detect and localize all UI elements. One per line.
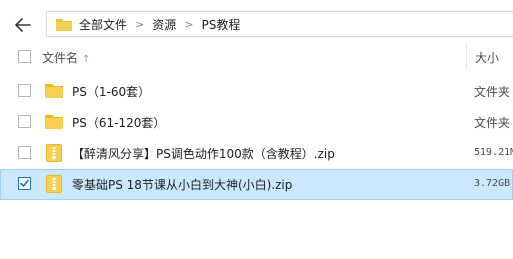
column-divider[interactable] [466, 44, 467, 70]
row-checkbox[interactable] [18, 84, 31, 97]
breadcrumb-separator: > [184, 17, 194, 31]
breadcrumb-item-all-files[interactable]: 全部文件 [79, 16, 127, 33]
file-name[interactable]: 【醉清风分享】PS调色动作100款（含教程）.zip [72, 145, 335, 162]
file-name[interactable]: PS（1-60套） [72, 83, 150, 100]
file-size: 文件夹 [474, 85, 511, 99]
file-size: 519.21M [474, 147, 513, 158]
file-row[interactable]: PS（1-60套） 文件夹 [0, 76, 513, 107]
row-checkbox[interactable] [18, 115, 31, 128]
file-size: 3.72GB [474, 178, 511, 189]
name-column-label: 文件名 [42, 51, 79, 65]
file-name[interactable]: 零基础PS 18节课从小白到大神(小白).zip [72, 176, 292, 193]
file-row-selected[interactable]: 零基础PS 18节课从小白到大神(小白).zip 3.72GB [0, 169, 513, 200]
folder-icon [45, 84, 63, 98]
checkmark-icon [20, 179, 29, 187]
file-row[interactable]: 【醉清风分享】PS调色动作100款（含教程）.zip 519.21M [0, 138, 513, 169]
size-column-header[interactable]: 大小 [475, 49, 499, 66]
arrow-left-icon [15, 18, 31, 32]
back-button[interactable] [12, 14, 34, 36]
breadcrumb-separator: > [135, 17, 145, 31]
zip-file-icon [46, 175, 62, 193]
navigation-bar: 全部文件 > 资源 > PS教程 [0, 9, 513, 39]
row-checkbox[interactable] [18, 146, 31, 159]
breadcrumb-item-ps-tutorial[interactable]: PS教程 [201, 16, 240, 33]
file-size: 文件夹 [474, 116, 511, 130]
row-checkbox-checked[interactable] [18, 177, 31, 190]
address-bar[interactable]: 全部文件 > 资源 > PS教程 [46, 11, 513, 37]
sort-ascending-icon: ↑ [82, 54, 91, 65]
select-all-checkbox[interactable] [18, 50, 31, 63]
file-row[interactable]: PS（61-120套） 文件夹 [0, 107, 513, 138]
zip-file-icon [46, 144, 62, 162]
file-name[interactable]: PS（61-120套） [72, 114, 165, 131]
folder-icon [45, 115, 63, 129]
folder-icon [56, 18, 72, 31]
name-column-header[interactable]: 文件名 ↑ [42, 49, 90, 66]
file-list: PS（1-60套） 文件夹 PS（61-120套） 文件夹 【醉清风分享】PS调… [0, 76, 513, 200]
column-header: 文件名 ↑ 大小 [0, 44, 513, 70]
breadcrumb-item-resources[interactable]: 资源 [152, 16, 176, 33]
